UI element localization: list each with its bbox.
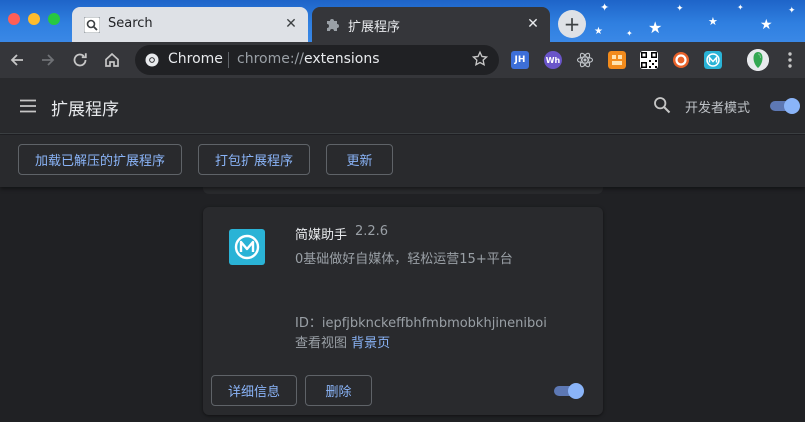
- puzzle-piece-icon: [327, 19, 339, 31]
- jianmei-icon[interactable]: [704, 51, 722, 69]
- bookmark-star-icon[interactable]: [471, 50, 489, 68]
- star-decoration: ✦: [600, 1, 610, 14]
- extension-card: 简媒助手 2.2.6 0基础做好自媒体，轻松运营15+平台 ID：iepfjbk…: [203, 207, 603, 415]
- jh-icon[interactable]: JH: [511, 51, 529, 69]
- details-button[interactable]: 详细信息: [211, 375, 297, 406]
- new-tab-button[interactable]: +: [558, 10, 586, 38]
- lifebuoy-icon[interactable]: [672, 51, 690, 69]
- tab-strip: ✦ ★ ✦ ★ ✦ ★ ✦ ✦ ★ Search ✕ 扩展程序 ✕ +: [0, 0, 805, 42]
- inspect-views: 查看视图 背景页: [295, 332, 390, 351]
- omnibox-divider: [228, 52, 229, 68]
- star-decoration: ✦: [676, 4, 684, 14]
- star-decoration: ★: [648, 18, 663, 37]
- developer-mode-toggle[interactable]: [768, 98, 800, 114]
- wh-icon[interactable]: Wh: [544, 51, 562, 69]
- extension-name: 简媒助手: [295, 228, 348, 243]
- address-bar[interactable]: Chrome chrome://extensions: [135, 45, 499, 75]
- back-arrow-icon[interactable]: [7, 50, 27, 70]
- minimize-window-button[interactable]: [28, 13, 40, 25]
- profile-avatar-icon: [747, 49, 769, 71]
- jianmei-logo-icon: [234, 234, 260, 260]
- reload-icon[interactable]: [70, 50, 90, 70]
- chrome-logo-icon: [145, 53, 159, 67]
- close-tab-icon[interactable]: ✕: [282, 15, 300, 33]
- extension-id: ID：iepfjbknckeffbhfmbmobkhjineniboi: [295, 316, 547, 331]
- remove-button[interactable]: 删除: [305, 375, 372, 406]
- toggle-knob: [784, 98, 800, 114]
- star-decoration: ✦: [626, 29, 633, 38]
- close-window-button[interactable]: [8, 13, 20, 25]
- zoom-window-button[interactable]: [48, 13, 60, 25]
- orange-grid-icon[interactable]: [608, 51, 626, 69]
- hamburger-menu-icon[interactable]: [19, 97, 37, 115]
- forward-arrow-icon[interactable]: [38, 50, 58, 70]
- previous-extension-card: [203, 187, 603, 194]
- browser-toolbar: Chrome chrome://extensions JH Wh: [0, 42, 805, 78]
- background-page-link[interactable]: 背景页: [351, 336, 390, 351]
- tab-title: 扩展程序: [348, 20, 401, 35]
- magnifier-icon: [84, 17, 100, 33]
- search-icon[interactable]: [653, 96, 671, 114]
- extensions-list: 简媒助手 2.2.6 0基础做好自媒体，轻松运营15+平台 ID：iepfjbk…: [0, 187, 805, 422]
- pack-extension-button[interactable]: 打包扩展程序: [198, 144, 310, 175]
- tab-extensions[interactable]: 扩展程序 ✕: [312, 7, 550, 42]
- toggle-knob: [568, 383, 584, 399]
- star-decoration: ✦: [737, 3, 744, 12]
- extension-version: 2.2.6: [355, 224, 389, 239]
- url-host: extensions: [304, 51, 380, 67]
- tab-search[interactable]: Search ✕: [72, 7, 308, 42]
- url-scheme: chrome://: [237, 51, 304, 67]
- update-button[interactable]: 更新: [326, 144, 393, 175]
- jianmei-icon: [229, 229, 265, 265]
- site-chip-label: Chrome: [168, 51, 223, 67]
- star-decoration: ★: [594, 26, 603, 37]
- home-icon[interactable]: [102, 50, 122, 70]
- extension-description: 0基础做好自媒体，轻松运营15+平台: [295, 252, 513, 267]
- extensions-header: 扩展程序 开发者模式: [0, 78, 805, 134]
- page-title: 扩展程序: [51, 100, 119, 120]
- load-unpacked-button[interactable]: 加载已解压的扩展程序: [18, 144, 182, 175]
- star-decoration: ★: [708, 15, 718, 28]
- star-decoration: ★: [760, 17, 773, 33]
- tab-title: Search: [108, 16, 153, 31]
- inspect-views-label: 查看视图: [295, 336, 348, 351]
- extension-enable-toggle[interactable]: [552, 383, 584, 399]
- developer-action-bar: 加载已解压的扩展程序 打包扩展程序 更新: [0, 135, 805, 187]
- close-tab-icon[interactable]: ✕: [524, 15, 542, 33]
- more-vert-icon[interactable]: [782, 50, 798, 70]
- url-text[interactable]: chrome://extensions: [237, 51, 380, 67]
- profile-avatar[interactable]: [747, 49, 769, 71]
- developer-mode-label: 开发者模式: [685, 101, 751, 116]
- qr-code-icon[interactable]: [640, 51, 658, 69]
- react-icon[interactable]: [576, 51, 594, 69]
- star-decoration: ✦: [788, 6, 796, 16]
